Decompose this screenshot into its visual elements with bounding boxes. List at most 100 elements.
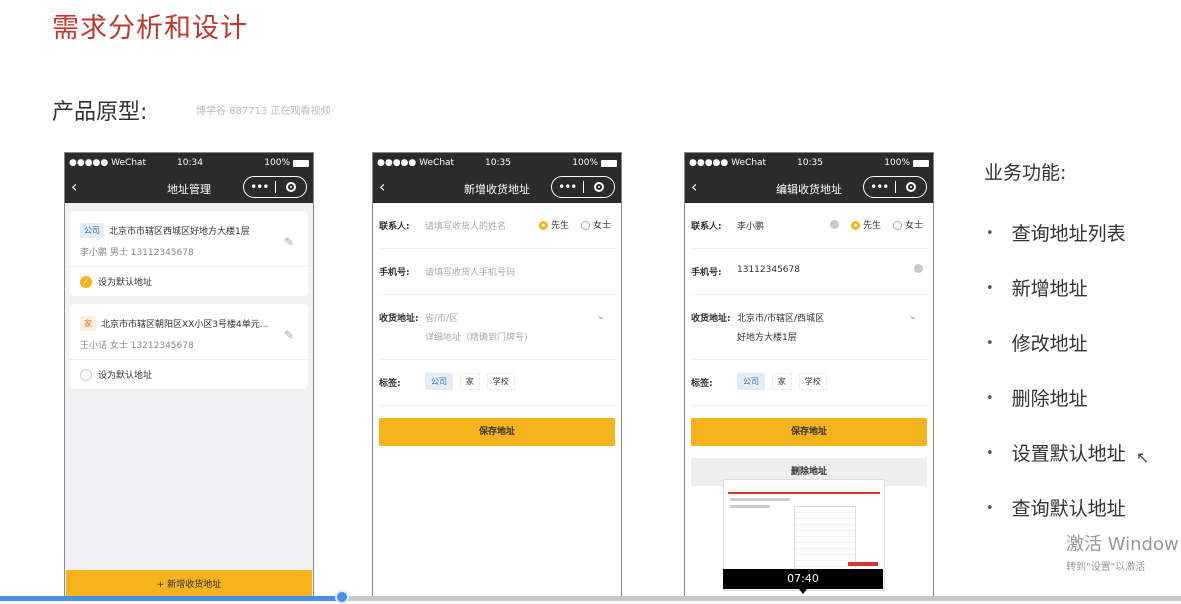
battery-label: 100% xyxy=(264,158,290,168)
status-time: 10:35 xyxy=(485,158,511,168)
region-picker[interactable]: 省/市/区 xyxy=(425,314,458,324)
set-default-label: 设为默认地址 xyxy=(98,371,153,381)
set-default-toggle[interactable]: 设为默认地址 xyxy=(70,360,308,389)
gender-male-radio[interactable]: 先生 xyxy=(538,218,569,231)
detail-address-input[interactable]: 详细地址（精确到门牌号) xyxy=(425,330,528,343)
bullet-icon: • xyxy=(986,225,994,241)
tag-option-school[interactable]: 学校 xyxy=(486,373,515,390)
battery-indicator: 100% xyxy=(884,158,929,168)
clear-input-icon[interactable] xyxy=(914,264,923,273)
video-progress-handle[interactable] xyxy=(335,590,350,604)
save-address-button[interactable]: 保存地址 xyxy=(379,418,615,446)
close-capsule-button[interactable] xyxy=(584,182,615,192)
address-label: 收货地址: xyxy=(691,314,731,324)
close-capsule-button[interactable] xyxy=(896,182,927,192)
business-item-label: 查询地址列表 xyxy=(1011,222,1126,245)
gender-female-radio[interactable]: 女士 xyxy=(892,218,923,231)
detail-address-input[interactable]: 好地方大楼1层 xyxy=(737,330,824,343)
tag-option-school[interactable]: 学校 xyxy=(798,373,827,390)
address-contact: 李小鹏 男士 13112345678 xyxy=(80,248,194,258)
contact-label: 联系人: xyxy=(691,222,722,232)
address-label: 收货地址: xyxy=(379,314,419,324)
bullet-icon: • xyxy=(986,500,994,516)
list-item: • 查询默认地址 xyxy=(986,481,1126,536)
gender-radio-group: 先生 女士 xyxy=(829,218,923,231)
gender-male-label: 先生 xyxy=(862,221,881,231)
status-time: 10:34 xyxy=(177,158,203,168)
tag-row: 标签: 公司 家 学校 xyxy=(691,360,927,406)
bullet-icon: • xyxy=(986,335,994,351)
contact-input[interactable]: 李小鹏 xyxy=(737,219,764,232)
contact-label: 联系人: xyxy=(379,222,410,232)
tag-option-home[interactable]: 家 xyxy=(771,373,792,390)
thumbnail-bar xyxy=(848,562,878,566)
gender-female-label: 女士 xyxy=(904,221,923,231)
edit-icon[interactable]: ✎ xyxy=(284,328,294,342)
status-time: 10:35 xyxy=(797,158,823,168)
bullet-icon: • xyxy=(986,280,994,296)
save-address-button[interactable]: 保存地址 xyxy=(691,418,927,446)
address-row: 收货地址: 北京市/市辖区/西城区 好地方大楼1层 ⌄ xyxy=(691,295,927,360)
battery-label: 100% xyxy=(884,158,910,168)
video-progress-fill xyxy=(0,596,343,601)
set-default-toggle[interactable]: ✓ 设为默认地址 xyxy=(70,267,308,296)
carrier-label: ●●●●● WeChat xyxy=(377,158,455,168)
region-picker[interactable]: 北京市/市辖区/西城区 xyxy=(737,314,824,324)
business-item-label: 新增地址 xyxy=(1011,277,1088,300)
address-tag: 公司 xyxy=(80,223,104,238)
tag-label: 标签: xyxy=(691,379,713,389)
status-bar: ●●●●● WeChat 10:35 100% xyxy=(373,153,621,173)
battery-icon xyxy=(293,159,309,167)
preview-pointer-icon xyxy=(799,589,807,594)
tag-option-home[interactable]: 家 xyxy=(459,373,480,390)
more-icon[interactable]: ••• xyxy=(552,178,583,196)
chevron-down-icon[interactable]: ⌄ xyxy=(597,311,605,322)
address-contact: 王小诘 女士 13212345678 xyxy=(80,341,194,351)
business-item-label: 设置默认地址 xyxy=(1011,442,1126,465)
list-item: • 删除地址 xyxy=(986,371,1126,426)
activation-subtitle: 转到"设置"以激活 xyxy=(1066,562,1146,573)
phone-address-list: ●●●●● WeChat 10:34 100% ‹ 地址管理 ••• 公司 北京… xyxy=(64,152,314,601)
phone-label: 手机号: xyxy=(379,268,410,278)
tag-row: 标签: 公司 家 学校 xyxy=(379,360,615,406)
watermark: 博学谷 887713 正在观看视频 xyxy=(196,106,331,117)
address-tag: 家 xyxy=(80,316,96,331)
mouse-cursor-icon: ↖ xyxy=(1136,448,1150,467)
phone-input[interactable]: 13112345678 xyxy=(737,265,800,275)
target-icon xyxy=(593,182,604,192)
gender-male-label: 先生 xyxy=(550,221,569,231)
close-capsule-button[interactable] xyxy=(276,182,307,192)
unchecked-icon xyxy=(80,368,92,381)
clear-input-icon[interactable] xyxy=(829,220,839,229)
gender-male-radio[interactable]: 先生 xyxy=(850,218,881,231)
tag-option-company[interactable]: 公司 xyxy=(425,373,453,390)
windows-activation-notice: 激活 Window 转到"设置"以激活 xyxy=(1066,530,1179,573)
more-icon[interactable]: ••• xyxy=(244,178,275,196)
edit-icon[interactable]: ✎ xyxy=(284,235,294,249)
business-item-label: 查询默认地址 xyxy=(1011,497,1126,520)
thumbnail-header xyxy=(728,484,880,494)
phone-input[interactable]: 请填写收货人手机号码 xyxy=(425,265,515,278)
radio-off-icon xyxy=(580,221,590,230)
radio-on-icon xyxy=(538,221,548,230)
activation-title: 激活 Window xyxy=(1066,534,1179,555)
bullet-icon: • xyxy=(986,445,994,461)
nav-bar: ‹ 地址管理 ••• xyxy=(65,173,313,203)
address-card[interactable]: 公司 北京市市辖区西城区好地方大楼1层 李小鹏 男士 13112345678 ✎… xyxy=(70,211,308,296)
address-card[interactable]: 家 北京市市辖区朝阳区XX小区3号楼4单元... 王小诘 女士 13212345… xyxy=(70,304,308,389)
address-text: 北京市市辖区西城区好地方大楼1层 xyxy=(109,227,250,237)
chevron-down-icon[interactable]: ⌄ xyxy=(909,311,917,322)
thumbnail-line xyxy=(730,505,770,508)
prototype-label: 产品原型: xyxy=(52,100,148,125)
slide-title: 需求分析和设计 xyxy=(52,13,248,44)
more-icon[interactable]: ••• xyxy=(864,178,895,196)
carrier-label: ●●●●● WeChat xyxy=(689,158,767,168)
phone-label: 手机号: xyxy=(691,268,722,278)
thumbnail-table xyxy=(794,506,856,578)
tag-option-company[interactable]: 公司 xyxy=(737,373,765,390)
battery-indicator: 100% xyxy=(264,158,309,168)
video-progress-bar[interactable] xyxy=(0,590,1181,604)
business-item-label: 修改地址 xyxy=(1011,332,1088,355)
gender-female-radio[interactable]: 女士 xyxy=(580,218,611,231)
contact-input[interactable]: 请填写收货人的姓名 xyxy=(425,219,506,232)
